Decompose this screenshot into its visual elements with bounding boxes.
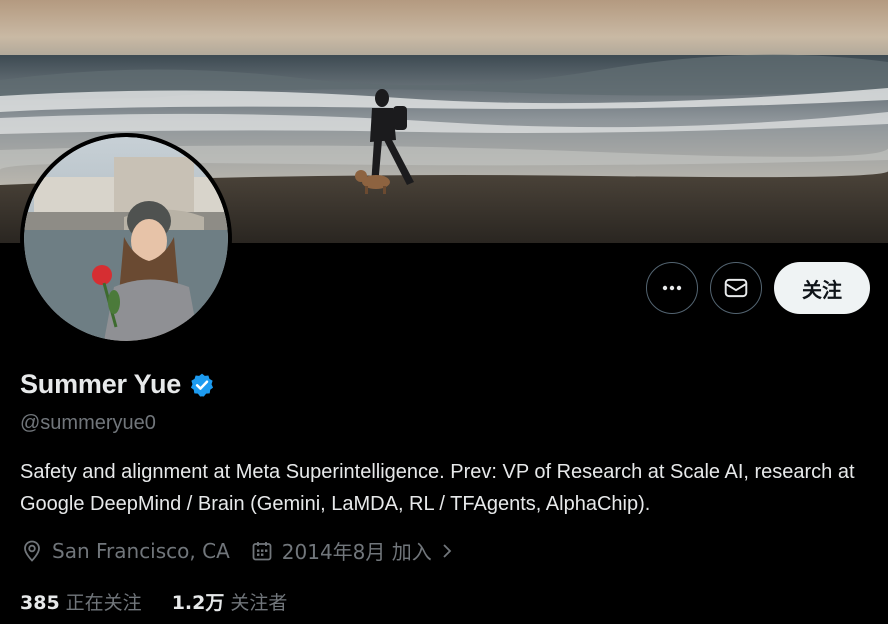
location-pin-icon — [24, 540, 40, 562]
verified-badge-icon[interactable] — [189, 372, 215, 398]
avatar[interactable] — [20, 133, 232, 345]
followers-count: 1.2万 — [171, 592, 225, 614]
chevron-right-icon — [443, 543, 452, 558]
location: San Francisco, CA — [20, 539, 230, 563]
following-label: 正在关注 — [65, 592, 142, 614]
join-date[interactable]: 2014年8月 加入 — [250, 536, 454, 565]
join-date-text: 2014年8月 加入 — [281, 540, 432, 564]
followers-link[interactable]: 1.2万 关注者 — [172, 588, 288, 615]
following-count: 385 — [20, 592, 60, 614]
display-name: Summer Yue — [20, 369, 182, 399]
more-icon — [662, 285, 682, 291]
followers-label: 关注者 — [230, 592, 288, 614]
bio: Safety and alignment at Meta Superintell… — [20, 461, 855, 515]
message-button[interactable] — [710, 262, 762, 314]
following-link[interactable]: 385 正在关注 — [20, 588, 142, 615]
name-row: Summer Yue — [20, 369, 215, 400]
profile-meta: San Francisco, CA 2014年8月 加入 — [20, 536, 454, 565]
profile-actions: 关注 — [646, 262, 870, 314]
more-button[interactable] — [646, 262, 698, 314]
calendar-icon — [252, 541, 272, 560]
follow-stats: 385 正在关注 1.2万 关注者 — [20, 588, 287, 615]
mail-icon — [724, 278, 748, 298]
follow-button[interactable]: 关注 — [774, 262, 870, 314]
handle: @summeryue0 — [20, 412, 156, 434]
location-text: San Francisco, CA — [52, 538, 230, 563]
